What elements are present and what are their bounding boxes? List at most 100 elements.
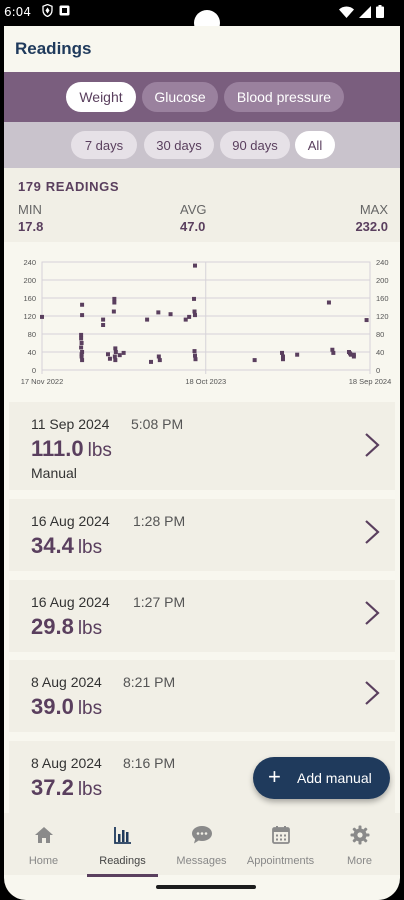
y-tick-label-right: 80 bbox=[376, 330, 384, 339]
reading-value: 111.0 lbs bbox=[31, 436, 112, 462]
reading-card-4[interactable]: 8 Aug 2024 8:21 PM 39.0 lbs bbox=[9, 660, 395, 732]
data-point bbox=[192, 349, 197, 354]
chevron-right-icon bbox=[365, 520, 380, 544]
active-tab-indicator bbox=[87, 874, 158, 877]
bar-chart-icon bbox=[113, 827, 131, 844]
reading-value: 37.2 lbs bbox=[31, 775, 102, 801]
range-chip-90-days[interactable]: 90 days bbox=[220, 131, 290, 159]
gear-icon bbox=[350, 825, 369, 845]
reading-date: 16 Aug 2024 bbox=[31, 594, 110, 610]
y-tick-label-left: 40 bbox=[28, 348, 36, 357]
data-point bbox=[326, 300, 331, 305]
data-point bbox=[193, 357, 198, 362]
y-tick-label-left: 160 bbox=[23, 294, 36, 303]
y-tick-label-right: 120 bbox=[376, 312, 389, 321]
data-point bbox=[351, 352, 356, 357]
page-title: Readings bbox=[15, 39, 92, 58]
data-point bbox=[113, 358, 118, 363]
data-point bbox=[364, 318, 369, 323]
type-chip-glucose[interactable]: Glucose bbox=[142, 82, 218, 112]
reading-number: 37.2 bbox=[31, 775, 74, 800]
reading-date: 8 Aug 2024 bbox=[31, 674, 102, 690]
reading-time: 1:27 PM bbox=[133, 594, 186, 610]
type-chip-weight[interactable]: Weight bbox=[66, 82, 136, 112]
reading-date: 16 Aug 2024 bbox=[31, 513, 110, 529]
data-point bbox=[193, 263, 198, 268]
reading-unit: lbs bbox=[77, 779, 103, 800]
avg-label: AVG bbox=[180, 202, 207, 217]
data-point bbox=[192, 309, 197, 314]
x-tick-label: 18 Oct 2023 bbox=[185, 377, 226, 386]
nav-item-appointments[interactable]: Appointments bbox=[241, 813, 320, 875]
range-chip-all[interactable]: All bbox=[295, 131, 335, 159]
data-point bbox=[121, 350, 126, 355]
nav-item-readings[interactable]: Readings bbox=[83, 813, 162, 877]
reading-card-3[interactable]: 16 Aug 2024 1:27 PM 29.8 lbs bbox=[9, 580, 395, 652]
y-tick-label-right: 0 bbox=[376, 366, 380, 375]
data-point bbox=[149, 359, 154, 364]
gesture-navigation-bar[interactable] bbox=[156, 885, 256, 889]
reading-number: 39.0 bbox=[31, 694, 74, 719]
app-header: Readings bbox=[4, 26, 400, 72]
reading-stats: 179 READINGS MIN 17.8 AVG 47.0 MAX 232.0 bbox=[4, 168, 400, 242]
chevron-right-icon bbox=[365, 601, 380, 625]
y-tick-label-left: 200 bbox=[23, 276, 36, 285]
avg-value: 47.0 bbox=[180, 219, 206, 234]
chat-bubble-icon bbox=[191, 826, 212, 844]
readings-count: 179 READINGS bbox=[18, 179, 120, 194]
type-chip-blood-pressure[interactable]: Blood pressure bbox=[224, 82, 344, 112]
y-tick-label-right: 40 bbox=[376, 348, 384, 357]
reading-number: 29.8 bbox=[31, 614, 74, 639]
data-point bbox=[157, 358, 162, 363]
data-point bbox=[193, 353, 198, 358]
data-point bbox=[79, 352, 84, 357]
signal-icon bbox=[359, 5, 371, 18]
y-tick-label-right: 240 bbox=[376, 258, 389, 267]
reading-unit: lbs bbox=[87, 440, 112, 461]
reading-number: 34.4 bbox=[31, 533, 74, 558]
reading-card-1[interactable]: 11 Sep 2024 5:08 PM 111.0 lbs Manual bbox=[9, 402, 395, 490]
data-point bbox=[113, 350, 118, 354]
data-point bbox=[107, 356, 112, 361]
data-point bbox=[105, 352, 110, 357]
data-point bbox=[252, 358, 257, 363]
nav-label-more: More bbox=[346, 855, 373, 867]
status-left-icons bbox=[42, 4, 70, 17]
data-point bbox=[80, 358, 85, 363]
nav-item-home[interactable]: Home bbox=[4, 813, 83, 875]
reading-time: 5:08 PM bbox=[131, 416, 184, 432]
y-tick-label-right: 160 bbox=[376, 294, 389, 303]
wifi-icon bbox=[339, 6, 354, 18]
data-point bbox=[331, 350, 336, 355]
data-point bbox=[40, 314, 44, 319]
status-right-icons bbox=[339, 5, 384, 18]
readings-screen: 6:04 Readings Weight Glucose Blood press… bbox=[4, 0, 400, 900]
y-tick-label-left: 0 bbox=[32, 366, 36, 375]
reading-unit: lbs bbox=[77, 537, 103, 558]
nav-item-messages[interactable]: Messages bbox=[162, 813, 241, 875]
add-manual-button[interactable]: + Add manual bbox=[253, 757, 390, 799]
data-point bbox=[79, 345, 84, 350]
reading-card-2[interactable]: 16 Aug 2024 1:28 PM 34.4 lbs bbox=[9, 499, 395, 571]
nav-item-more[interactable]: More bbox=[320, 813, 399, 875]
reading-value: 29.8 lbs bbox=[31, 614, 102, 640]
reading-date: 8 Aug 2024 bbox=[31, 755, 102, 771]
data-point bbox=[145, 317, 150, 322]
data-point bbox=[187, 314, 192, 319]
data-point bbox=[101, 317, 106, 322]
weight-scatter-chart: 0 0 40 40 80 80 120 120 160 160 200 200 240 240 17 Nov… bbox=[21, 258, 392, 386]
reading-value: 34.4 lbs bbox=[31, 533, 102, 559]
reading-time: 1:28 PM bbox=[133, 513, 186, 529]
status-time: 6:04 bbox=[4, 5, 31, 19]
min-value: 17.8 bbox=[18, 219, 44, 234]
range-chip-30-days[interactable]: 30 days bbox=[144, 131, 214, 159]
reading-value: 39.0 lbs bbox=[31, 694, 102, 720]
chevron-right-icon bbox=[365, 433, 380, 457]
y-tick-label-left: 240 bbox=[23, 258, 36, 267]
data-point bbox=[112, 300, 117, 305]
y-tick-label-left: 120 bbox=[23, 312, 36, 321]
max-value: 232.0 bbox=[355, 219, 388, 234]
weight-chart[interactable]: 0 0 40 40 80 80 120 120 160 160 200 200 240 240 17 Nov… bbox=[4, 242, 400, 394]
range-chip-7-days[interactable]: 7 days bbox=[71, 131, 137, 159]
data-point bbox=[101, 323, 106, 327]
